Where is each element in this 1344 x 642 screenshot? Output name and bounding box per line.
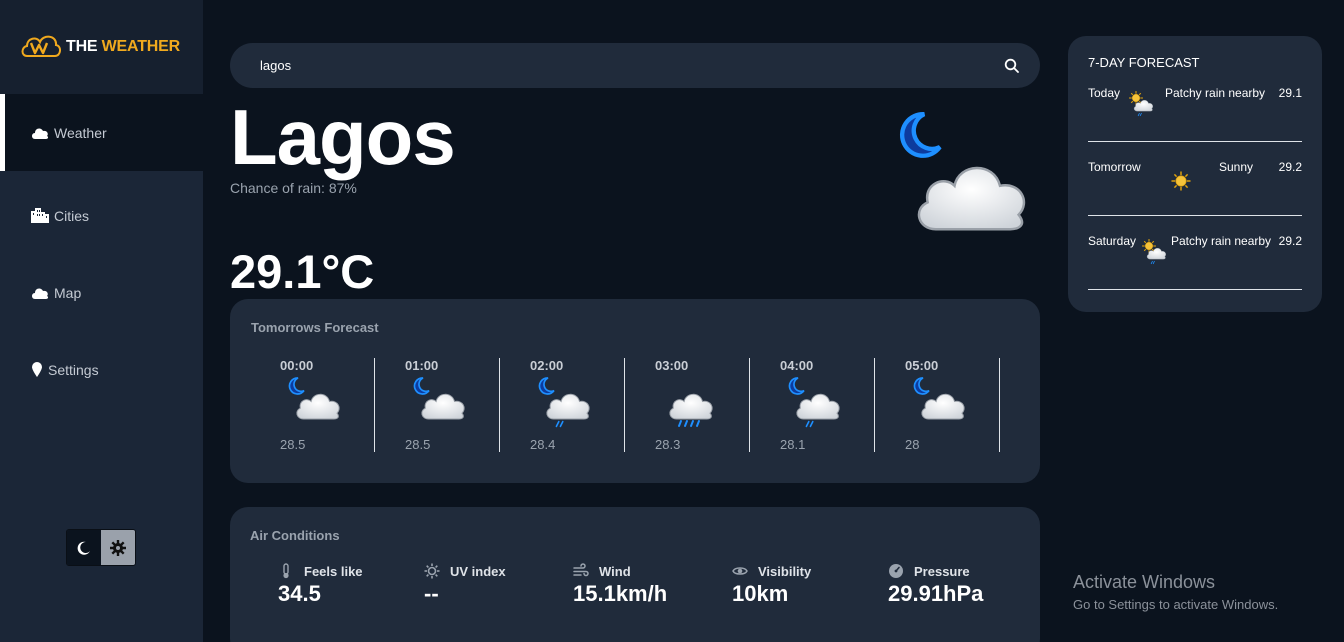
sun-icon	[1170, 170, 1192, 192]
hour-temp: 28.1	[780, 437, 806, 452]
light-mode-button[interactable]	[101, 530, 135, 565]
cloud-rain-icon	[669, 393, 713, 427]
day-name: Tomorrow	[1088, 160, 1141, 174]
sidebar: THE WEATHER Weather Cities Map Settings	[0, 0, 203, 642]
nav-label-weather: Weather	[54, 124, 107, 141]
city-icon	[30, 208, 50, 224]
hour-item: 00:00 28.5	[230, 358, 355, 452]
air-conditions-title: Air Conditions	[250, 528, 340, 543]
nav-label-settings: Settings	[48, 361, 99, 378]
day-temp: 29.1	[1278, 86, 1302, 100]
tomorrow-forecast-title: Tomorrows Forecast	[251, 320, 379, 335]
brand-weather: WEATHER	[101, 38, 180, 55]
forecast-day-row: Tomorrow Sunny 29.2	[1088, 142, 1302, 216]
tomorrow-forecast-card: Tomorrows Forecast 00:00 28.5 01:00 28.5…	[230, 299, 1040, 483]
brand[interactable]: THE WEATHER	[0, 0, 203, 94]
gear-icon	[110, 539, 126, 556]
rain-chance: Chance of rain: 87%	[230, 180, 357, 196]
search-input[interactable]: lagos	[260, 58, 1004, 73]
metric-value: 10km	[732, 581, 789, 606]
hour-time: 01:00	[405, 358, 439, 373]
hour-time: 02:00	[530, 358, 564, 373]
forecast-day-row: Saturday Patchy rain nearby 29.2	[1088, 216, 1302, 290]
nav-item-settings[interactable]: Settings	[0, 331, 203, 408]
hour-divider	[999, 358, 1000, 452]
watermark-title: Activate Windows	[1073, 572, 1216, 592]
brand-name: THE WEATHER	[66, 38, 180, 56]
metric-label: UV index	[450, 563, 506, 579]
hour-time: 00:00	[280, 358, 314, 373]
metric-uv-index: UV index --	[424, 563, 506, 607]
day-condition: Sunny	[1219, 160, 1254, 174]
moon-cloud-icon	[893, 98, 1026, 231]
moon-cloud-icon	[913, 377, 965, 420]
watermark-subtitle: Go to Settings to activate Windows.	[1073, 597, 1279, 612]
hour-item: 02:00 28.4	[480, 358, 605, 452]
hour-temp: 28	[905, 437, 920, 452]
day-name: Today	[1088, 86, 1121, 100]
day-temp: 29.2	[1278, 160, 1302, 174]
metric-pressure: Pressure 29.91hPa	[888, 563, 983, 607]
thermometer-icon	[283, 563, 289, 579]
search-icon[interactable]	[1004, 58, 1020, 74]
sun-rain-icon	[1128, 90, 1153, 117]
nav-label-map: Map	[54, 284, 82, 301]
current-temperature: 29.1°C	[230, 245, 375, 298]
weather-logo-icon	[21, 35, 61, 57]
hour-time: 05:00	[905, 358, 939, 373]
weekly-forecast-card: 7-DAY FORECAST Today Patchy rain nearby …	[1068, 36, 1322, 312]
moon-rain-icon	[538, 377, 590, 428]
wind-icon	[573, 563, 589, 577]
dark-mode-button[interactable]	[67, 530, 101, 565]
theme-toggle	[66, 529, 136, 566]
metric-value: 29.91hPa	[888, 581, 984, 606]
moon-cloud-icon	[288, 377, 340, 420]
hour-item: 04:00 28.1	[730, 358, 855, 452]
metric-visibility: Visibility 10km	[732, 563, 811, 607]
search-bar[interactable]: lagos	[230, 43, 1040, 88]
eye-icon	[732, 567, 748, 575]
metric-label: Visibility	[758, 563, 812, 579]
cloud-icon	[30, 125, 50, 141]
day-condition: Patchy rain nearby	[1165, 86, 1266, 100]
hour-temp: 28.3	[655, 437, 681, 452]
metric-label: Wind	[599, 563, 631, 579]
hour-time: 04:00	[780, 358, 814, 373]
metric-label: Feels like	[304, 563, 363, 579]
nav-item-weather[interactable]: Weather	[0, 94, 203, 171]
day-condition: Patchy rain nearby	[1171, 234, 1272, 248]
hour-item: 03:00 28.3	[605, 358, 730, 452]
gauge-icon	[889, 564, 903, 578]
forecast-day-row: Today Patchy rain nearby 29.1	[1088, 68, 1302, 142]
moon-rain-icon	[788, 377, 840, 428]
hour-item: 05:00 28	[855, 358, 980, 452]
brand-the: THE	[66, 38, 98, 55]
moon-icon	[77, 541, 90, 555]
nav-label-cities: Cities	[54, 207, 90, 224]
pin-icon	[30, 362, 44, 378]
cloud-icon	[30, 285, 50, 301]
sun-rain-icon	[1141, 238, 1166, 265]
hour-temp: 28.5	[405, 437, 431, 452]
metric-value: --	[424, 581, 439, 606]
air-conditions-card: Air Conditions Feels like 34.5 UV index …	[230, 507, 1040, 642]
hour-time: 03:00	[655, 358, 689, 373]
hour-temp: 28.5	[280, 437, 306, 452]
hour-item: 01:00 28.5	[355, 358, 480, 452]
nav-item-map[interactable]: Map	[0, 254, 203, 331]
city-name: Lagos	[230, 93, 456, 181]
metric-value: 15.1km/h	[573, 581, 668, 606]
day-name: Saturday	[1088, 234, 1137, 248]
windows-activation-watermark: Activate Windows Go to Settings to activ…	[1073, 572, 1278, 612]
nav-item-cities[interactable]: Cities	[0, 177, 203, 254]
moon-cloud-icon	[413, 377, 465, 420]
hour-temp: 28.4	[530, 437, 556, 452]
metric-wind: Wind 15.1km/h	[573, 563, 667, 607]
day-temp: 29.2	[1278, 234, 1302, 248]
metric-label: Pressure	[914, 563, 970, 579]
sun-icon	[424, 563, 440, 579]
metric-feels-like: Feels like 34.5	[278, 563, 363, 607]
metric-value: 34.5	[278, 581, 321, 606]
